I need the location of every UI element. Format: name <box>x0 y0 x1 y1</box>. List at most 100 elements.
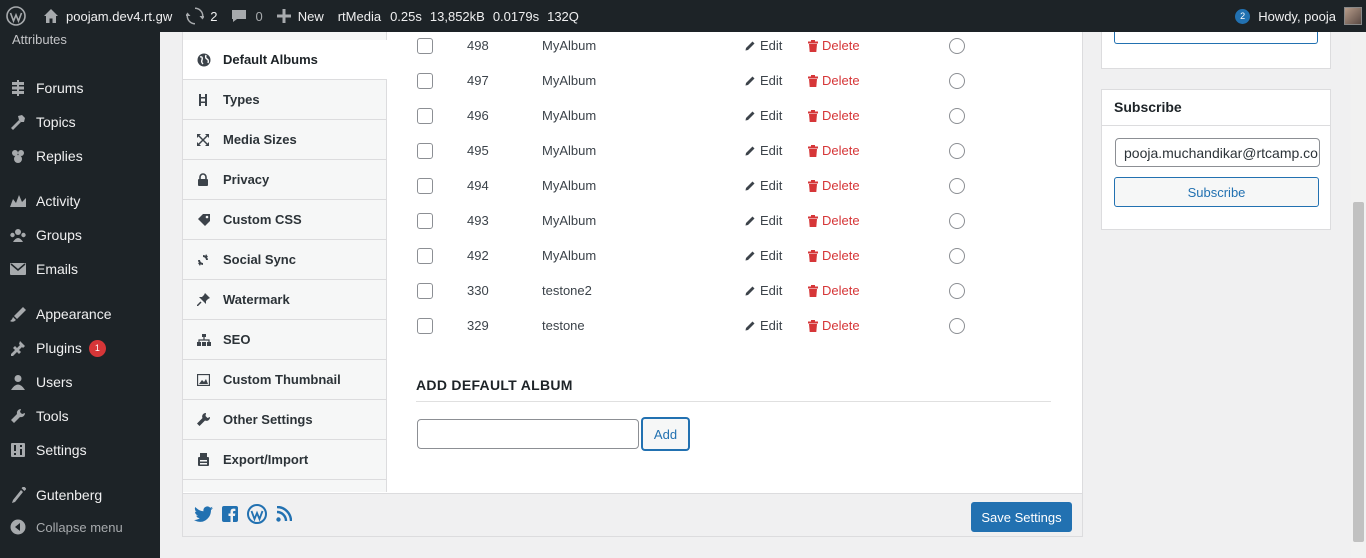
wordpress-logo-icon[interactable] <box>0 0 36 32</box>
tab-label: Export/Import <box>223 452 309 467</box>
comments-count: 0 <box>255 8 263 24</box>
album-default-radio[interactable] <box>949 317 965 334</box>
tab-seo[interactable]: SEO <box>183 320 386 360</box>
album-row-checkbox[interactable] <box>417 317 433 334</box>
album-id: 498 <box>467 38 489 53</box>
tab-types[interactable]: Types <box>183 80 386 120</box>
delete-album-link[interactable]: Delete <box>808 213 860 228</box>
album-row-checkbox[interactable] <box>417 37 433 54</box>
edit-album-link[interactable]: Edit <box>745 213 782 228</box>
album-row-checkbox[interactable] <box>417 212 433 229</box>
album-default-radio[interactable] <box>949 142 965 159</box>
howdy-text[interactable]: Howdy, pooja <box>1258 9 1336 24</box>
album-default-radio[interactable] <box>949 177 965 194</box>
album-default-radio[interactable] <box>949 37 965 54</box>
delete-album-link[interactable]: Delete <box>808 283 860 298</box>
sidebar-item-activity[interactable]: Activity <box>0 186 160 216</box>
notification-badge[interactable]: 2 <box>1235 8 1251 24</box>
sidebar-item-appearance[interactable]: Appearance <box>0 299 160 329</box>
trash-icon <box>808 144 818 157</box>
avatar[interactable] <box>1344 7 1362 25</box>
delete-album-link[interactable]: Delete <box>808 143 860 158</box>
tab-custom-css[interactable]: Custom CSS <box>183 200 386 240</box>
tab-export-import[interactable]: Export/Import <box>183 440 386 480</box>
sidebar-item-groups[interactable]: Groups <box>0 220 160 250</box>
subscribe-button[interactable]: Subscribe <box>1114 177 1319 207</box>
sidebar-item-replies[interactable]: Replies <box>0 141 160 171</box>
tab-media-sizes[interactable]: Media Sizes <box>183 120 386 160</box>
facebook-icon[interactable] <box>222 506 238 522</box>
tab-default-albums[interactable]: Default Albums <box>183 40 387 80</box>
updates-count: 2 <box>210 8 218 24</box>
page-scrollbar-thumb[interactable] <box>1353 202 1364 542</box>
image-icon <box>197 373 223 386</box>
edit-album-link[interactable]: Edit <box>745 143 782 158</box>
groups-icon <box>0 227 36 243</box>
album-default-radio[interactable] <box>949 72 965 89</box>
edit-album-link[interactable]: Edit <box>745 108 782 123</box>
sidebar-item-settings[interactable]: Settings <box>0 435 160 465</box>
edit-label: Edit <box>760 178 783 193</box>
rss-icon[interactable] <box>276 506 292 522</box>
sidebar-item-emails[interactable]: Emails <box>0 254 160 284</box>
delete-label: Delete <box>822 248 860 263</box>
edit-album-link[interactable]: Edit <box>745 248 782 263</box>
delete-album-link[interactable]: Delete <box>808 38 860 53</box>
edit-album-link[interactable]: Edit <box>745 38 782 53</box>
album-row-checkbox[interactable] <box>417 247 433 264</box>
sidebar-item-plugins[interactable]: Plugins 1 <box>0 333 160 363</box>
album-default-radio[interactable] <box>949 107 965 124</box>
album-row-checkbox[interactable] <box>417 72 433 89</box>
save-settings-button[interactable]: Save Settings <box>971 502 1072 532</box>
delete-album-link[interactable]: Delete <box>808 248 860 263</box>
comments-link[interactable]: 0 <box>224 0 269 32</box>
delete-album-link[interactable]: Delete <box>808 318 860 333</box>
delete-album-link[interactable]: Delete <box>808 108 860 123</box>
tab-social-sync[interactable]: Social Sync <box>183 240 386 280</box>
album-row-checkbox[interactable] <box>417 142 433 159</box>
pencil-icon <box>745 321 755 331</box>
tab-other-settings[interactable]: Other Settings <box>183 400 386 440</box>
edit-album-link[interactable]: Edit <box>745 178 782 193</box>
album-name: MyAlbum <box>542 143 597 158</box>
new-content-link[interactable]: New <box>270 0 331 32</box>
trash-icon <box>808 214 818 227</box>
sidebar-item-label: Groups <box>36 227 82 243</box>
wordpress-icon[interactable] <box>247 504 267 524</box>
album-default-radio[interactable] <box>949 282 965 299</box>
sidebar-item-users[interactable]: Users <box>0 367 160 397</box>
album-row: 498 MyAlbum Edit Delete <box>415 32 1035 63</box>
sidebar-item-topics[interactable]: Topics <box>0 107 160 137</box>
rtmedia-link[interactable]: rtMedia <box>331 0 388 32</box>
pin-icon <box>197 293 223 306</box>
album-row-checkbox[interactable] <box>417 177 433 194</box>
edit-album-link[interactable]: Edit <box>745 283 782 298</box>
default-albums-list[interactable]: 498 MyAlbum Edit Delete 497 MyAlbum Edit Delete… <box>415 32 1051 336</box>
delete-album-link[interactable]: Delete <box>808 73 860 88</box>
sidebar-item-forums[interactable]: Forums <box>0 73 160 103</box>
new-album-name-input[interactable] <box>417 419 639 449</box>
album-default-radio[interactable] <box>949 212 965 229</box>
twitter-icon[interactable] <box>194 506 213 522</box>
site-name-link[interactable]: poojam.dev4.rt.gw <box>36 0 179 32</box>
page-scrollbar[interactable] <box>1351 32 1366 558</box>
tab-watermark[interactable]: Watermark <box>183 280 386 320</box>
tab-privacy[interactable]: Privacy <box>183 160 386 200</box>
trash-icon <box>808 74 818 87</box>
tab-custom-thumbnail[interactable]: Custom Thumbnail <box>183 360 386 400</box>
sidebar-item-gutenberg[interactable]: Gutenberg <box>0 480 160 510</box>
query-monitor-link[interactable]: 0.25s 13,852kB 0.0179s 132Q <box>388 0 586 32</box>
add-album-button[interactable]: Add <box>642 418 689 450</box>
album-row-checkbox[interactable] <box>417 107 433 124</box>
album-default-radio[interactable] <box>949 247 965 264</box>
subscribe-email-field[interactable]: pooja.muchandikar@rtcamp.com <box>1115 138 1320 167</box>
delete-album-link[interactable]: Delete <box>808 178 860 193</box>
updates-link[interactable]: 2 <box>179 0 224 32</box>
edit-album-link[interactable]: Edit <box>745 318 782 333</box>
edit-album-link[interactable]: Edit <box>745 73 782 88</box>
sidebar-item-attributes[interactable]: Attributes <box>12 32 67 47</box>
subscribe-feeds-button[interactable] <box>1114 32 1318 44</box>
album-row-checkbox[interactable] <box>417 282 433 299</box>
collapse-menu-button[interactable]: Collapse menu <box>0 512 160 542</box>
sidebar-item-tools[interactable]: Tools <box>0 401 160 431</box>
